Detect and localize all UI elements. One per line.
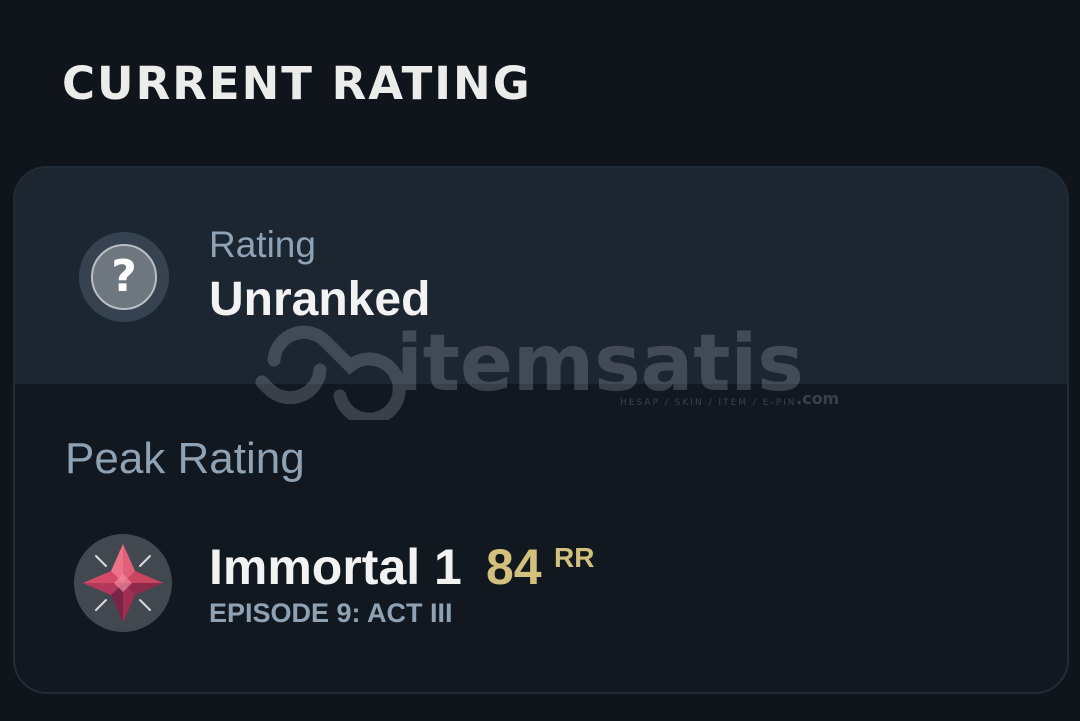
rating-value: Unranked [209,273,431,326]
peak-rr-unit: RR [554,542,595,573]
peak-rating-label: Peak Rating [65,434,305,483]
unranked-rank-icon: ? [79,232,169,322]
current-rating-panel [15,168,1067,384]
rating-card: ? Rating Unranked Peak Rating Immortal 1… [13,166,1069,694]
immortal-gem-icon [83,544,163,622]
peak-rr-value: 84 [486,539,542,595]
peak-episode: EPISODE 9: ACT III [209,598,453,628]
peak-rank-name: Immortal 1 [209,539,462,595]
question-mark-icon: ? [91,244,157,310]
rating-label: Rating [209,224,316,265]
section-title: CURRENT RATING [62,57,532,110]
immortal-rank-icon [74,534,172,632]
